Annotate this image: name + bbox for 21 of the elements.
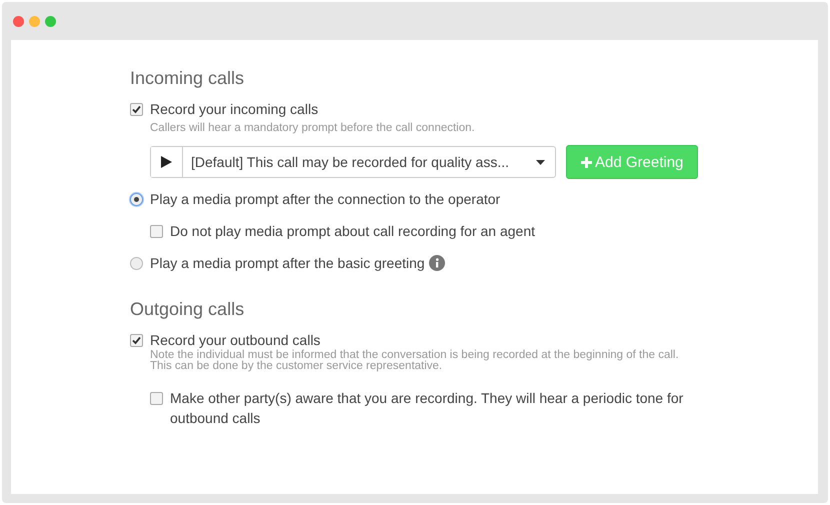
option-label: Do not play media prompt about call recording for an agent xyxy=(170,222,535,241)
option-label: Record your outbound calls xyxy=(150,331,320,350)
checkbox[interactable] xyxy=(150,225,163,238)
option-label: Record your incoming calls xyxy=(150,100,318,119)
option-label: Play a media prompt after the basic greeting xyxy=(150,254,425,273)
info-icon[interactable] xyxy=(428,255,445,271)
section-title: Incoming calls xyxy=(130,68,246,89)
option-label: Play a media prompt after the connection to the operator xyxy=(150,190,500,209)
plus-icon xyxy=(581,156,592,168)
checkbox[interactable] xyxy=(150,392,163,405)
option-label: Make other party(s) aware that you are recording. They will hear a periodic tone for outbound calls xyxy=(170,389,684,428)
maximize-button[interactable] xyxy=(45,16,56,26)
checkbox[interactable] xyxy=(130,334,143,347)
minimize-button[interactable] xyxy=(29,16,40,26)
checkbox[interactable] xyxy=(130,103,143,116)
hint-text: Callers will hear a mandatory prompt before the call connection. xyxy=(150,123,476,134)
section-title: Outgoing calls xyxy=(130,299,246,320)
radio-button[interactable] xyxy=(130,193,143,206)
radio-button[interactable] xyxy=(130,257,143,270)
close-button[interactable] xyxy=(13,16,24,26)
hint-text: Note the individual must be informed that the conversation is being recorded at the beginning of the call. This can be done by the customer service representative. xyxy=(150,350,680,372)
